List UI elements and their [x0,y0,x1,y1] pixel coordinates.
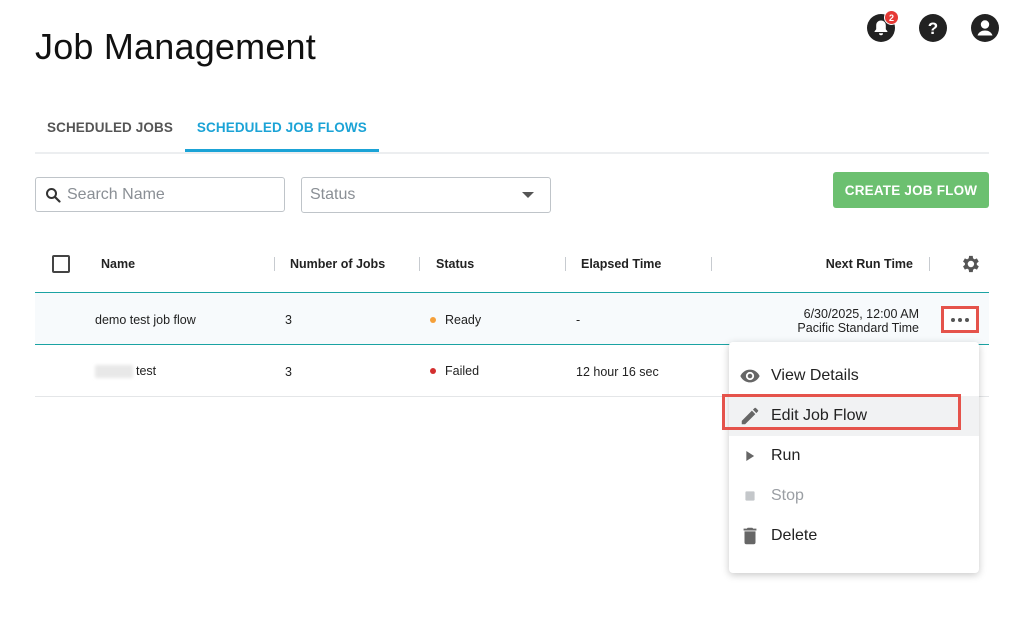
column-divider[interactable] [929,257,930,271]
search-input[interactable] [67,185,267,204]
row-elapsed-time: 12 hour 16 sec [576,365,659,379]
row-name-label: test [136,364,157,378]
column-header-number-of-jobs[interactable]: Number of Jobs [290,257,385,271]
menu-item-run[interactable]: Run [729,436,979,476]
svg-text:?: ? [928,19,938,38]
help-button[interactable]: ? [918,13,948,43]
dot-icon [958,317,962,322]
eye-icon [739,365,761,387]
chevron-down-icon [522,192,534,198]
row-status-label: Failed [445,364,480,378]
tab-scheduled-jobs[interactable]: SCHEDULED JOBS [35,110,185,152]
column-header-next-run-time[interactable]: Next Run Time [826,257,913,271]
trash-icon [739,525,761,547]
next-run-timezone: Pacific Standard Time [797,321,919,335]
row-actions-menu: View Details Edit Job Flow Run Stop Dele… [722,342,979,573]
notifications-button[interactable]: 2 [866,10,899,43]
redacted-text [95,365,133,379]
user-icon [971,14,999,42]
search-box [35,177,285,212]
row-next-run-time: 6/30/2025, 12:00 AM Pacific Standard Tim… [797,307,919,335]
search-icon [46,187,61,203]
menu-item-label: Delete [771,527,818,544]
select-all-checkbox[interactable] [52,255,70,273]
dot-icon [951,317,955,322]
tab-scheduled-job-flows[interactable]: SCHEDULED JOB FLOWS [184,110,379,152]
column-header-status[interactable]: Status [436,257,474,271]
status-dropdown-value: Status [310,186,356,203]
row-status-label: Ready [445,313,482,327]
create-job-flow-button[interactable]: CREATE JOB FLOW [833,172,989,208]
row-status: Failed [430,364,479,378]
account-button[interactable] [970,13,1000,43]
menu-item-stop: Stop [729,476,979,516]
row-elapsed-time: - [576,313,581,327]
next-run-date: 6/30/2025, 12:00 AM [803,307,919,321]
stop-icon [739,485,761,507]
dot-icon [965,317,969,322]
table-row[interactable]: demo test job flow 3 Ready - 6/30/2025, … [35,293,989,345]
row-name: test [95,364,157,379]
column-header-elapsed-time[interactable]: Elapsed Time [581,257,661,271]
column-divider[interactable] [419,257,420,271]
status-dot [430,367,436,374]
column-divider[interactable] [565,257,566,271]
pencil-icon [739,405,761,427]
menu-item-label: Stop [771,487,804,504]
table-header: Name Number of Jobs Status Elapsed Time … [35,240,989,293]
row-name: demo test job flow [95,313,196,327]
column-divider[interactable] [274,257,275,271]
menu-item-delete[interactable]: Delete [729,516,979,556]
play-icon [739,445,761,467]
menu-item-edit-job-flow[interactable]: Edit Job Flow [722,394,979,436]
menu-item-label: Edit Job Flow [771,407,868,424]
top-icons: 2 ? [866,10,1000,43]
tab-bar: SCHEDULED JOBS SCHEDULED JOB FLOWS [35,110,989,154]
row-number-of-jobs: 3 [285,313,292,327]
help-icon: ? [919,14,947,42]
menu-item-label: View Details [771,367,859,384]
more-options-button[interactable] [941,306,979,333]
column-header-name[interactable]: Name [101,257,135,271]
row-status: Ready [430,313,481,327]
page-title: Job Management [35,26,316,67]
status-dot [430,316,436,323]
gear-icon[interactable] [959,253,981,275]
menu-item-label: Run [771,447,801,464]
menu-item-view-details[interactable]: View Details [729,356,979,396]
status-dropdown[interactable]: Status [301,177,551,213]
row-number-of-jobs: 3 [285,365,292,379]
notification-badge: 2 [884,10,899,25]
column-divider[interactable] [711,257,712,271]
